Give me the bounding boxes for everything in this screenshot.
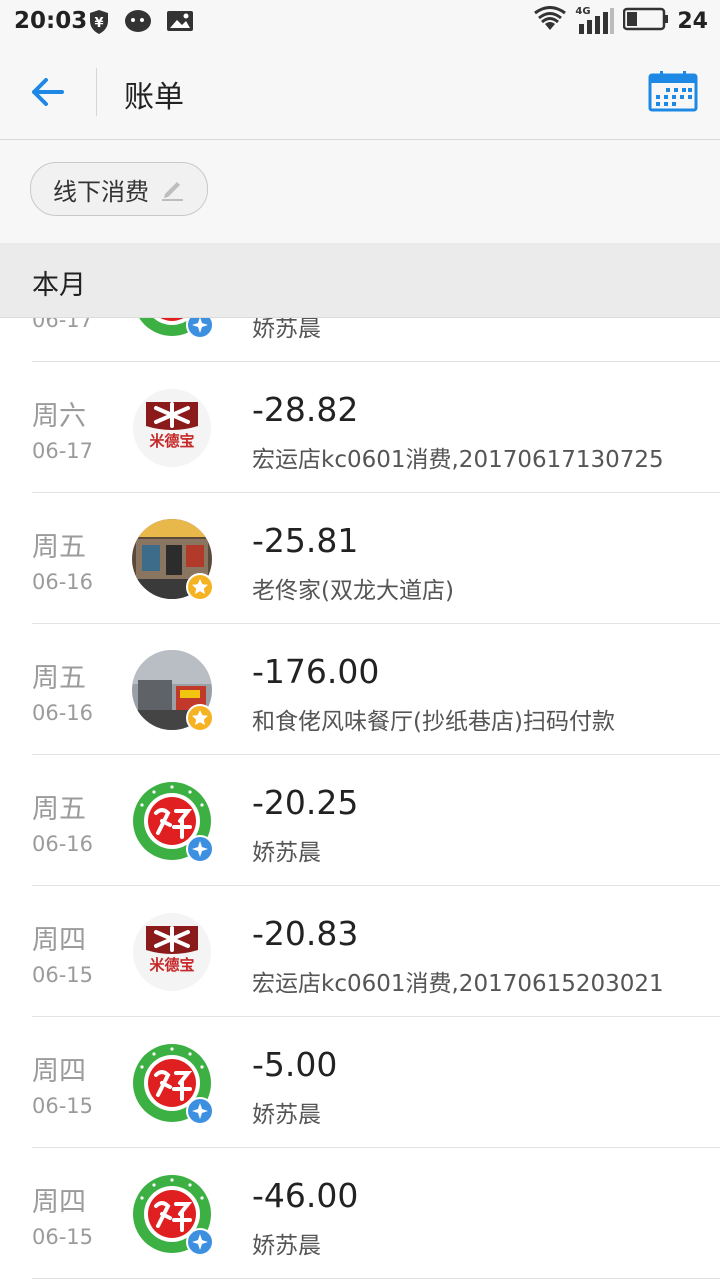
- transaction-weekday: 周四: [32, 1056, 86, 1087]
- transaction-amount: -25.81: [252, 521, 359, 560]
- transaction-row[interactable]: 周五 06-16 -176.00 和食佬风味餐厅(抄纸巷店)扫码付款: [0, 624, 720, 755]
- transaction-amount: -20.25: [252, 783, 359, 822]
- filter-chip[interactable]: 线下消费: [30, 162, 208, 216]
- svg-text:¥: ¥: [94, 16, 103, 31]
- back-button[interactable]: [28, 68, 68, 116]
- battery-icon: [623, 7, 669, 35]
- transaction-amount: -28.82: [252, 390, 359, 429]
- signal-icon: 4G: [575, 6, 615, 36]
- transaction-description: 娇苏晨: [252, 840, 321, 866]
- merchant-avatar: [132, 650, 214, 732]
- transaction-amount: -20.83: [252, 914, 359, 953]
- transaction-amount: -46.00: [252, 1176, 359, 1215]
- transaction-amount: -5.00: [252, 1045, 338, 1084]
- transaction-description: 老佟家(双龙大道店): [252, 578, 454, 604]
- transaction-list[interactable]: 周六06-17娇苏晨周六06-17米德宝-28.82宏运店kc0601消费,20…: [0, 318, 720, 1280]
- transaction-date: 06-15: [32, 963, 94, 987]
- page-title: 账单: [124, 80, 184, 115]
- wechat-icon: [124, 9, 154, 39]
- status-bar: 20:03 ¥ 4G 24: [0, 0, 720, 44]
- header-divider: [96, 68, 97, 116]
- svg-text:米德宝: 米德宝: [149, 432, 194, 450]
- transaction-date: 06-17: [32, 439, 94, 463]
- filter-chip-label: 线下消费: [53, 177, 149, 206]
- filter-bar: 线下消费: [0, 140, 720, 243]
- calendar-button[interactable]: [648, 70, 698, 112]
- transaction-date: 06-17: [32, 318, 94, 332]
- transaction-row[interactable]: 周四 06-15 -46.00 娇苏晨: [0, 1148, 720, 1279]
- transaction-date: 06-16: [32, 570, 94, 594]
- transaction-row[interactable]: 周五 06-16 -25.81 老佟家(双龙大道店): [0, 493, 720, 624]
- transaction-weekday: 周四: [32, 1187, 86, 1218]
- transaction-description: 宏运店kc0601消费,20170615203021: [252, 971, 664, 997]
- app-header: 账单: [0, 44, 720, 140]
- gold-star-badge-icon: [186, 573, 214, 601]
- transaction-weekday: 周六: [32, 401, 86, 432]
- merchant-avatar: 米德宝: [132, 388, 212, 468]
- transaction-description: 娇苏晨: [252, 318, 321, 342]
- transaction-weekday: 周四: [32, 925, 86, 956]
- row-divider: [32, 1278, 720, 1279]
- transaction-date: 06-15: [32, 1094, 94, 1118]
- transaction-row[interactable]: 周四 06-15 -5.00 娇苏晨: [0, 1017, 720, 1148]
- status-time: 20:03: [14, 8, 88, 34]
- transaction-date: 06-15: [32, 1225, 94, 1249]
- section-header: 本月: [0, 243, 720, 318]
- transaction-weekday: 周五: [32, 794, 86, 825]
- merchant-avatar: [132, 318, 214, 339]
- transaction-row[interactable]: 周六 06-17 米德宝 -28.82 宏运店kc0601消费,201706171307…: [0, 362, 720, 493]
- transaction-row[interactable]: 周四 06-15 米德宝 -20.83 宏运店kc0601消费,201706152030…: [0, 886, 720, 1017]
- yen-shield-icon: ¥: [88, 9, 110, 39]
- blue-sparkle-badge-icon: [186, 318, 214, 339]
- transaction-amount: -176.00: [252, 652, 380, 691]
- merchant-avatar: 米德宝: [132, 912, 212, 992]
- transaction-description: 娇苏晨: [252, 1102, 321, 1128]
- transaction-row[interactable]: 周六06-17娇苏晨: [0, 318, 720, 362]
- transaction-row[interactable]: 周五 06-16 -20.25 娇苏晨: [0, 755, 720, 886]
- merchant-avatar: [132, 1043, 214, 1125]
- transaction-weekday: 周五: [32, 532, 86, 563]
- gold-star-badge-icon: [186, 704, 214, 732]
- image-message-icon: [166, 9, 194, 37]
- section-label: 本月: [32, 270, 86, 301]
- transaction-description: 和食佬风味餐厅(抄纸巷店)扫码付款: [252, 709, 615, 735]
- calendar-icon: [648, 71, 698, 112]
- merchant-avatar: [132, 1174, 214, 1256]
- transaction-description: 娇苏晨: [252, 1233, 321, 1259]
- transaction-description: 宏运店kc0601消费,20170617130725: [252, 447, 664, 473]
- blue-sparkle-badge-icon: [186, 1097, 214, 1125]
- merchant-avatar: [132, 519, 214, 601]
- arrow-left-icon: [32, 78, 64, 106]
- battery-level: 24: [677, 8, 708, 34]
- transaction-date: 06-16: [32, 832, 94, 856]
- transaction-weekday: 周五: [32, 663, 86, 694]
- merchant-avatar: [132, 781, 214, 863]
- transaction-date: 06-16: [32, 701, 94, 725]
- edit-pencil-icon: [162, 182, 183, 201]
- blue-sparkle-badge-icon: [186, 835, 214, 863]
- wifi-icon: [533, 6, 567, 36]
- svg-text:米德宝: 米德宝: [149, 956, 194, 974]
- blue-sparkle-badge-icon: [186, 1228, 214, 1256]
